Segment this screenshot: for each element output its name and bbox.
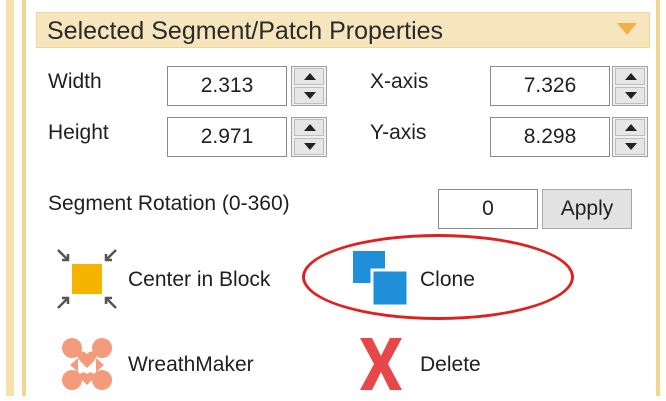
panel-header[interactable]: Selected Segment/Patch Properties — [36, 12, 650, 48]
width-spinner — [291, 66, 327, 106]
triangle-down-icon[interactable] — [615, 21, 639, 37]
segment-rotation-input[interactable]: 0 — [438, 189, 538, 229]
center-in-block-button[interactable]: Center in Block — [56, 248, 306, 312]
highlight-ellipse — [302, 234, 574, 320]
height-spinner — [291, 117, 327, 157]
wreathmaker-icon — [56, 334, 118, 401]
center-in-block-icon — [56, 248, 118, 315]
delete-button[interactable]: Delete — [358, 336, 518, 394]
wreathmaker-button[interactable]: WreathMaker — [56, 334, 306, 396]
y-axis-label: Y-axis — [370, 121, 427, 144]
height-label: Height — [48, 121, 109, 144]
delete-x-icon — [358, 336, 404, 397]
y-axis-input[interactable]: 8.298 — [490, 117, 610, 157]
y-axis-spin-down[interactable] — [615, 138, 645, 155]
x-axis-spin-up[interactable] — [615, 68, 645, 85]
y-axis-spin-up[interactable] — [615, 119, 645, 136]
wreathmaker-label: WreathMaker — [128, 353, 254, 376]
x-axis-input[interactable]: 7.326 — [490, 66, 610, 106]
segment-rotation-label: Segment Rotation (0-360) — [48, 192, 290, 215]
x-axis-spinner — [612, 66, 648, 106]
width-input[interactable]: 2.313 — [167, 66, 287, 106]
delete-label: Delete — [420, 353, 481, 376]
height-input[interactable]: 2.971 — [167, 117, 287, 157]
height-spin-up[interactable] — [294, 119, 324, 136]
apply-button[interactable]: Apply — [542, 189, 632, 229]
y-axis-spinner — [612, 117, 648, 157]
width-spin-down[interactable] — [294, 87, 324, 104]
center-in-block-label: Center in Block — [128, 268, 271, 291]
height-spin-down[interactable] — [294, 138, 324, 155]
x-axis-spin-down[interactable] — [615, 87, 645, 104]
outer-panel-edge — [6, 0, 14, 396]
width-label: Width — [48, 70, 102, 93]
width-spin-up[interactable] — [294, 68, 324, 85]
panel-title: Selected Segment/Patch Properties — [47, 17, 444, 45]
x-axis-label: X-axis — [370, 70, 429, 93]
